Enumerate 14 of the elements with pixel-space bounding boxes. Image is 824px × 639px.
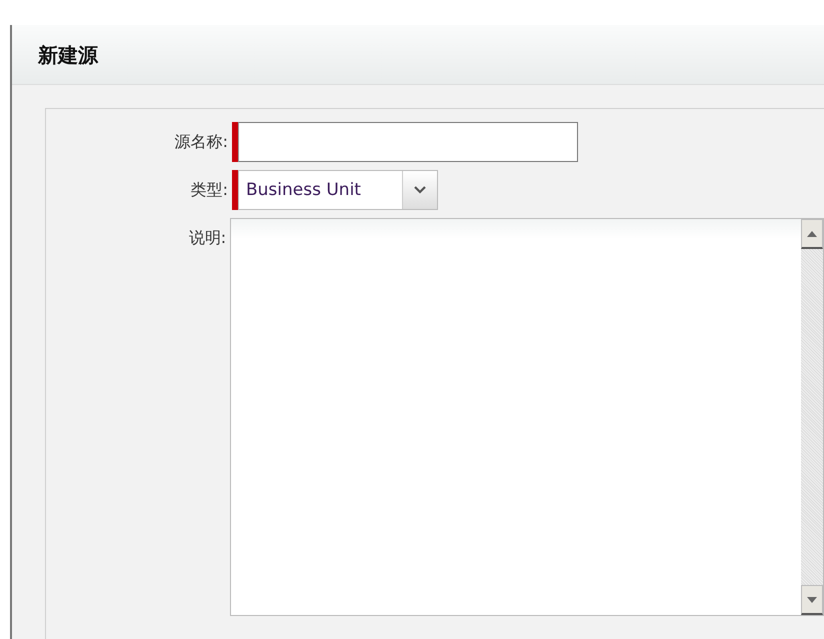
name-input[interactable] — [238, 122, 578, 162]
scroll-up-button[interactable] — [801, 219, 823, 249]
scrollbar[interactable] — [801, 219, 823, 615]
field-label: 类型: — [190, 179, 229, 201]
field-label: 说明: — [188, 227, 228, 249]
field-label: 源名称: — [174, 131, 229, 153]
caret-icon — [414, 186, 426, 194]
dropdown-button[interactable] — [402, 171, 437, 209]
description-field[interactable] — [230, 218, 824, 616]
dialog-title: 新建源 — [38, 42, 98, 68]
type-select[interactable]: Business Unit — [238, 170, 438, 210]
down-arrow-icon — [806, 596, 818, 604]
up-arrow-icon — [806, 230, 818, 238]
scroll-down-button[interactable] — [801, 585, 823, 615]
